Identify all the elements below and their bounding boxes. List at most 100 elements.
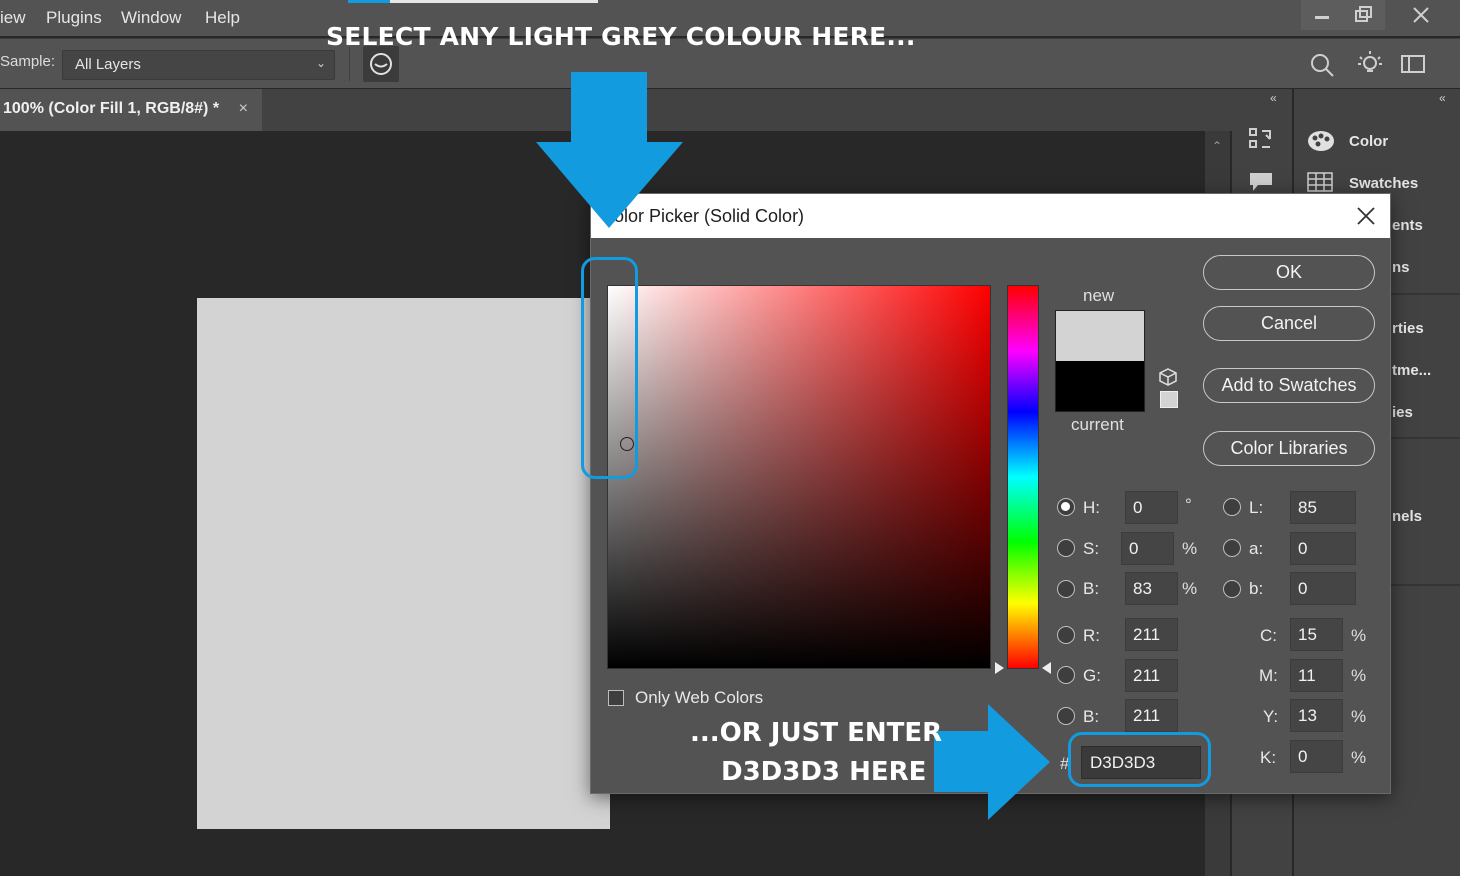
yellow-field[interactable]: 13 bbox=[1290, 699, 1343, 732]
collapse-panels-icon[interactable]: « bbox=[1439, 91, 1446, 105]
new-color-swatch bbox=[1055, 310, 1145, 361]
panel-adjustments-partial[interactable]: ents bbox=[1392, 217, 1423, 234]
cyan-unit: % bbox=[1351, 626, 1367, 645]
highlight-hex-field bbox=[1068, 732, 1211, 787]
a-label: a: bbox=[1249, 539, 1264, 558]
brightness-field[interactable]: 83 bbox=[1125, 572, 1178, 605]
brightness-radio[interactable] bbox=[1057, 580, 1075, 598]
web-safe-swatch[interactable] bbox=[1160, 391, 1178, 408]
blue-field[interactable]: 211 bbox=[1125, 699, 1178, 732]
sample-value: All Layers bbox=[75, 56, 141, 73]
green-field[interactable]: 211 bbox=[1125, 659, 1178, 692]
current-color-swatch[interactable] bbox=[1055, 361, 1145, 412]
menu-window[interactable]: Window bbox=[121, 8, 181, 28]
close-window-button[interactable] bbox=[1400, 0, 1442, 30]
sample-label: Sample: bbox=[0, 53, 56, 70]
red-radio[interactable] bbox=[1057, 626, 1075, 644]
b-lab-field[interactable]: 0 bbox=[1290, 572, 1356, 605]
cyan-field[interactable]: 15 bbox=[1290, 618, 1343, 651]
sample-select[interactable]: All Layers ⌄ bbox=[62, 50, 335, 80]
document-canvas[interactable] bbox=[197, 298, 610, 829]
panel-libraries-partial[interactable]: ies bbox=[1392, 404, 1413, 421]
brightness-unit: % bbox=[1182, 579, 1198, 598]
web-safe-cube-icon[interactable] bbox=[1158, 367, 1178, 387]
lightbulb-icon[interactable] bbox=[1355, 49, 1385, 79]
green-radio[interactable] bbox=[1057, 666, 1075, 684]
down-arrow-graphic bbox=[536, 72, 683, 228]
minimize-button[interactable] bbox=[1301, 0, 1343, 30]
highlight-white-area bbox=[581, 257, 638, 479]
scroll-up-icon[interactable]: ⌃ bbox=[1212, 139, 1222, 153]
workspace-icon[interactable] bbox=[1400, 53, 1428, 75]
panel-swatches[interactable]: Swatches bbox=[1349, 175, 1418, 192]
saturation-unit: % bbox=[1182, 539, 1198, 558]
swatches-grid-icon bbox=[1307, 172, 1333, 192]
annotation-top: SELECT ANY LIGHT GREY COLOUR HERE... bbox=[326, 22, 916, 51]
b-lab-radio[interactable] bbox=[1223, 580, 1241, 598]
panel-adjustments-partial-2[interactable]: tme... bbox=[1392, 362, 1431, 379]
new-color-label: new bbox=[1083, 286, 1115, 305]
menu-plugins[interactable]: Plugins bbox=[46, 8, 102, 28]
close-icon[interactable] bbox=[1356, 206, 1376, 226]
cyan-label: C: bbox=[1260, 626, 1277, 645]
panel-channels-partial[interactable]: nels bbox=[1392, 508, 1422, 525]
hue-slider[interactable] bbox=[1007, 285, 1039, 669]
restore-button[interactable] bbox=[1343, 0, 1385, 30]
magenta-field[interactable]: 11 bbox=[1290, 659, 1343, 692]
close-tab-icon[interactable]: × bbox=[239, 100, 248, 118]
blue-label: B: bbox=[1083, 707, 1100, 726]
a-radio[interactable] bbox=[1223, 539, 1241, 557]
add-to-swatches-button[interactable]: Add to Swatches bbox=[1203, 368, 1375, 403]
hue-field[interactable]: 0 bbox=[1125, 491, 1178, 524]
blue-radio[interactable] bbox=[1057, 707, 1075, 725]
lightness-field[interactable]: 85 bbox=[1290, 491, 1356, 524]
saturation-field[interactable]: 0 bbox=[1121, 532, 1174, 565]
annotation-bottom-line1: ...OR JUST ENTER bbox=[690, 718, 943, 748]
yellow-label: Y: bbox=[1263, 707, 1279, 726]
chevron-down-icon: ⌄ bbox=[315, 56, 326, 70]
panel-color[interactable]: Color bbox=[1349, 133, 1388, 150]
yellow-unit: % bbox=[1351, 707, 1367, 726]
saturation-brightness-field[interactable] bbox=[607, 285, 991, 669]
black-field[interactable]: 0 bbox=[1290, 740, 1343, 773]
minimize-icon bbox=[1315, 16, 1329, 19]
lightness-label: L: bbox=[1249, 498, 1264, 517]
cancel-button[interactable]: Cancel bbox=[1203, 306, 1375, 341]
active-indicator bbox=[348, 0, 390, 3]
b-lab-label: b: bbox=[1249, 579, 1264, 598]
right-arrow-graphic bbox=[934, 704, 1050, 820]
panel-properties-partial[interactable]: rties bbox=[1392, 320, 1424, 337]
red-label: R: bbox=[1083, 626, 1100, 645]
black-unit: % bbox=[1351, 748, 1367, 767]
saturation-radio[interactable] bbox=[1057, 539, 1075, 557]
magenta-label: M: bbox=[1259, 666, 1278, 685]
sample-ring-button[interactable] bbox=[363, 46, 399, 82]
restore-icon bbox=[1355, 6, 1372, 22]
black-label: K: bbox=[1260, 748, 1277, 767]
menu-view[interactable]: iew bbox=[0, 8, 26, 28]
red-field[interactable]: 211 bbox=[1125, 618, 1178, 651]
lightness-radio[interactable] bbox=[1223, 498, 1241, 516]
only-web-colors-label: Only Web Colors bbox=[635, 688, 764, 707]
title-strip bbox=[390, 0, 598, 3]
history-icon[interactable] bbox=[1248, 125, 1276, 153]
close-icon bbox=[1413, 7, 1429, 23]
search-icon[interactable] bbox=[1308, 51, 1336, 79]
sample-ring-icon bbox=[370, 53, 392, 75]
hue-slider-handle-right[interactable] bbox=[1042, 662, 1051, 674]
ok-button[interactable]: OK bbox=[1203, 255, 1375, 290]
color-libraries-button[interactable]: Color Libraries bbox=[1203, 431, 1375, 466]
collapse-strip-icon[interactable]: « bbox=[1270, 91, 1277, 105]
panel-patterns-partial[interactable]: ns bbox=[1392, 259, 1410, 276]
only-web-colors-checkbox[interactable] bbox=[608, 690, 624, 706]
annotation-bottom-line2: D3D3D3 HERE bbox=[721, 757, 927, 787]
menu-help[interactable]: Help bbox=[205, 8, 240, 28]
hue-radio[interactable] bbox=[1057, 498, 1075, 516]
hue-slider-handle-left[interactable] bbox=[995, 662, 1004, 674]
current-color-label: current bbox=[1071, 415, 1124, 434]
green-label: G: bbox=[1083, 666, 1101, 685]
color-palette-icon bbox=[1308, 131, 1334, 151]
document-tab[interactable]: 100% (Color Fill 1, RGB/8#) * × bbox=[0, 89, 262, 131]
a-field[interactable]: 0 bbox=[1290, 532, 1356, 565]
comments-icon[interactable] bbox=[1248, 171, 1274, 193]
